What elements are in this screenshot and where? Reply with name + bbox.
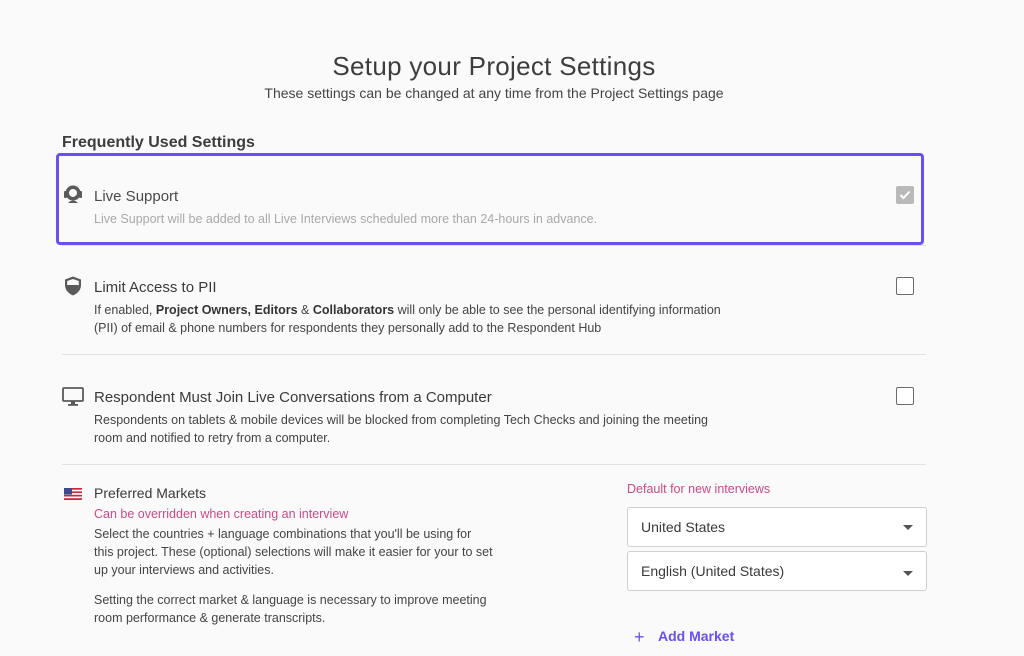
setting-limit-pii: Limit Access to PII If enabled, Project … — [62, 275, 926, 345]
setting-label: Live Support — [94, 188, 179, 205]
add-market-label: Add Market — [658, 628, 735, 644]
limit-pii-checkbox[interactable] — [896, 277, 914, 295]
setting-description: Respondents on tablets & mobile devices … — [94, 413, 709, 445]
page-subtitle: These settings can be changed at any tim… — [264, 85, 724, 101]
default-interviews-label: Default for new interviews — [627, 482, 771, 496]
divider — [62, 245, 926, 246]
setting-description: If enabled, Project Owners, Editors & Co… — [94, 303, 721, 335]
preferred-markets-note: Can be overridden when creating an inter… — [94, 507, 349, 521]
language-select[interactable]: English (United States) — [627, 551, 927, 591]
setting-description: Live Support will be added to all Live I… — [94, 212, 598, 226]
divider — [62, 354, 926, 355]
setting-label: Limit Access to PII — [94, 279, 217, 296]
headset-icon — [62, 183, 84, 205]
plus-icon: + — [634, 627, 645, 647]
language-select-value: English (United States) — [641, 563, 785, 579]
caret-down-icon — [903, 571, 913, 576]
setting-label: Respondent Must Join Live Conversations … — [94, 389, 492, 406]
computer-only-checkbox[interactable] — [896, 387, 914, 405]
page-title: Setup your Project Settings — [332, 51, 656, 81]
preferred-markets-label: Preferred Markets — [94, 485, 207, 501]
section-heading: Frequently Used Settings — [62, 134, 255, 151]
preferred-markets-description: Select the countries + language combinat… — [94, 527, 493, 577]
caret-down-icon — [903, 525, 913, 530]
divider — [62, 464, 926, 465]
setting-computer-only: Respondent Must Join Live Conversations … — [62, 385, 926, 455]
us-flag-icon — [64, 487, 82, 500]
shield-icon — [62, 275, 84, 297]
preferred-markets-description-2: Setting the correct market & language is… — [94, 593, 487, 625]
country-select-value: United States — [641, 519, 726, 535]
setting-live-support: Live Support Live Support will be added … — [62, 183, 926, 233]
project-settings-page: Setup your Project Settings These settin… — [0, 0, 1024, 656]
country-select[interactable]: United States — [627, 507, 927, 547]
live-support-checkbox[interactable] — [896, 186, 914, 204]
checkmark-icon — [899, 190, 911, 200]
monitor-icon — [62, 385, 84, 407]
add-market-button[interactable]: + Add Market — [634, 627, 734, 647]
